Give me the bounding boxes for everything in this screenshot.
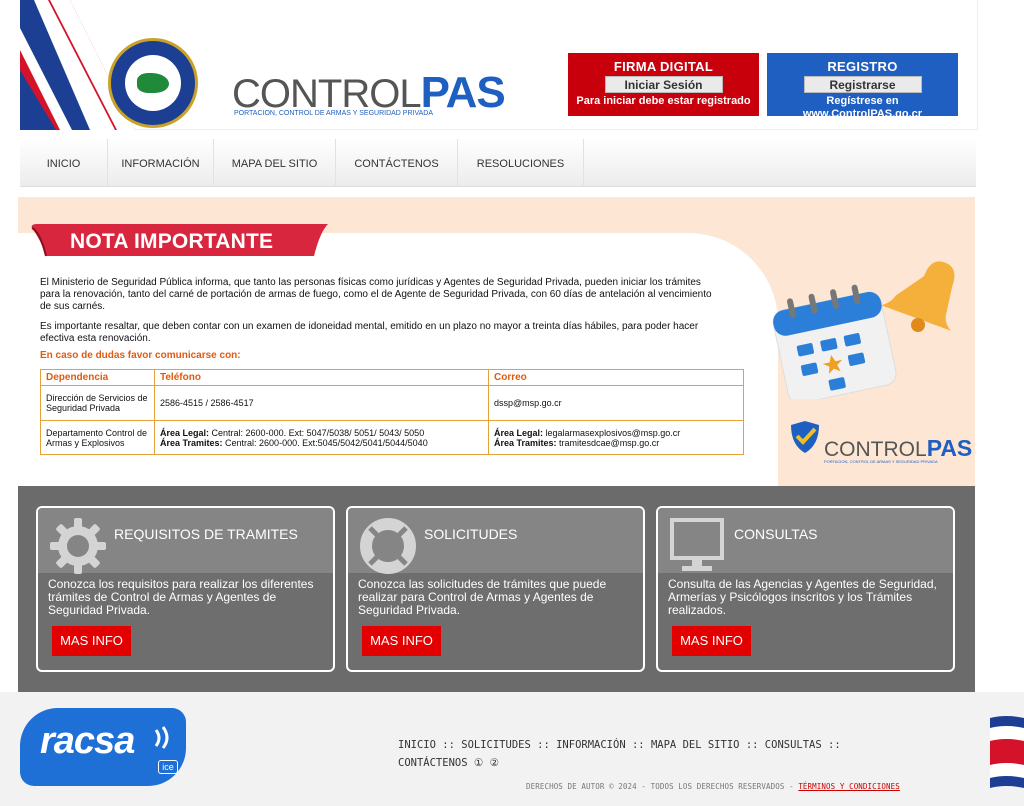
logo-text-pas: PAS [420, 68, 506, 117]
cell-telefono: Área Legal: Central: 2600-000. Ext: 5047… [154, 420, 489, 455]
th-telefono: Teléfono [154, 369, 489, 386]
main-nav: INICIO INFORMACIÓN MAPA DEL SITIO CONTÁC… [20, 139, 976, 187]
lifebuoy-icon [360, 518, 416, 574]
tel-legal: Central: 2600-000. Ext: 5047/5038/ 5051/… [209, 427, 425, 438]
ice-logo-text: ice [158, 760, 178, 774]
notice-paragraph-2: Es importante resaltar, que deben contar… [40, 321, 699, 344]
firma-digital-note: Para iniciar debe estar registrado [576, 95, 751, 107]
mas-info-button[interactable]: MAS INFO [362, 626, 441, 656]
firma-digital-box: FIRMA DIGITAL Iniciar Sesión Para inicia… [568, 53, 759, 116]
footer-link-consultas[interactable]: CONSULTAS [765, 739, 822, 751]
footer-link-mapa-del-sitio[interactable]: MAPA DEL SITIO [651, 739, 740, 751]
card-description: Conozca los requisitos para realizar los… [48, 577, 314, 617]
ministry-seal-logo [108, 38, 198, 128]
mail-legal[interactable]: legalarmasexplosivos@msp.go.cr [543, 428, 681, 438]
card-solicitudes: SOLICITUDES Conozca las solicitudes de t… [346, 506, 645, 672]
th-dependencia: Dependencia [40, 369, 155, 386]
cell-telefono: 2586-4515 / 2586-4517 [154, 385, 489, 421]
th-correo: Correo [488, 369, 744, 386]
footer-separator: :: [828, 739, 841, 751]
card-title: SOLICITUDES [424, 526, 518, 542]
notice-contact-intro: En caso de dudas favor comunicarse con: [40, 350, 241, 361]
racsa-logo[interactable]: racsa ice [20, 708, 186, 786]
cell-dependencia: Dirección de Servicios de Seguridad Priv… [40, 385, 155, 421]
table-row: Dirección de Servicios de Seguridad Priv… [40, 385, 744, 421]
nav-contactenos[interactable]: CONTÁCTENOS [336, 139, 458, 187]
footer-separator: :: [537, 739, 550, 751]
registrarse-button[interactable]: Registrarse [803, 76, 922, 93]
mas-info-button[interactable]: MAS INFO [52, 626, 131, 656]
footer-badges: ① ② [473, 757, 500, 769]
nav-mapa-del-sitio[interactable]: MAPA DEL SITIO [214, 139, 336, 187]
logo-small-pas: PAS [926, 435, 973, 461]
services-section: REQUISITOS DE TRAMITES Conozca los requi… [18, 486, 975, 692]
logo-tagline: PORTACION, CONTROL DE ARMAS Y SEGURIDAD … [234, 110, 434, 117]
nav-informacion[interactable]: INFORMACIÓN [108, 139, 214, 187]
footer-separator: :: [745, 739, 759, 751]
terminos-link[interactable]: TÉRMINOS Y CONDICIONES [798, 782, 900, 791]
copyright: DERECHOS DE AUTOR © 2024 - TODOS LOS DER… [526, 782, 900, 791]
logo-small-tagline: PORTACION, CONTROL DE ARMAS Y SEGURIDAD … [824, 459, 938, 464]
firma-digital-title: FIRMA DIGITAL [613, 59, 714, 74]
mail-tramites-label: Área Tramites: [494, 437, 557, 448]
table-header-row: Dependencia Teléfono Correo [40, 369, 744, 386]
notice-title: NOTA IMPORTANTE [70, 230, 274, 253]
tel-legal-label: Área Legal: [160, 427, 210, 438]
registro-box: REGISTRO Registrarse Regístrese en www.C… [767, 53, 958, 116]
card-description: Consulta de las Agencias y Agentes de Se… [668, 577, 937, 617]
mail-legal-label: Área Legal: [494, 427, 544, 438]
card-title: REQUISITOS DE TRAMITES [114, 526, 298, 542]
footer-links: INICIO :: SOLICITUDES :: INFORMACIÓN :: … [398, 736, 918, 772]
registro-title: REGISTRO [827, 59, 898, 74]
racsa-logo-text: racsa [40, 720, 135, 762]
card-requisitos: REQUISITOS DE TRAMITES Conozca los requi… [36, 506, 335, 672]
footer-link-contactenos[interactable]: CONTÁCTENOS [398, 757, 468, 769]
nav-resoluciones[interactable]: RESOLUCIONES [458, 139, 584, 187]
monitor-icon [670, 518, 724, 571]
copyright-text: DERECHOS DE AUTOR © 2024 - TODOS LOS DER… [526, 782, 799, 791]
iniciar-sesion-button[interactable]: Iniciar Sesión [604, 76, 723, 93]
card-title: CONSULTAS [734, 526, 818, 542]
cell-dependencia: Departamento Control de Armas y Explosiv… [40, 420, 155, 455]
gear-icon [50, 518, 106, 574]
card-description: Conozca las solicitudes de trámites que … [358, 577, 607, 617]
tel-tramites-label: Área Tramites: [160, 437, 223, 448]
card-consultas: CONSULTAS Consulta de las Agencias y Age… [656, 506, 955, 672]
site-footer: racsa ice INICIO :: SOLICITUDES :: INFOR… [0, 692, 1024, 806]
registro-note: Regístrese en www.ControlPAS.go.cr [802, 95, 923, 116]
footer-link-solicitudes[interactable]: SOLICITUDES [461, 739, 531, 751]
nav-inicio[interactable]: INICIO [20, 139, 108, 187]
footer-separator: :: [442, 739, 455, 751]
mas-info-button[interactable]: MAS INFO [672, 626, 751, 656]
controlpas-logo-small: CONTROLPAS [824, 435, 972, 462]
tel-tramites: Central: 2600-000. Ext:5045/5042/5041/50… [222, 437, 428, 448]
notice-section: NOTA IMPORTANTE El Ministerio de Segurid… [18, 197, 975, 486]
footer-link-inicio[interactable]: INICIO [398, 739, 436, 751]
notice-paragraph-1: El Ministerio de Seguridad Pública infor… [40, 277, 712, 312]
site-header: CONTROLPAS PORTACION, CONTROL DE ARMAS Y… [20, 0, 978, 130]
contacts-table: Dependencia Teléfono Correo Dirección de… [40, 369, 744, 455]
table-row: Departamento Control de Armas y Explosiv… [40, 420, 744, 455]
footer-link-informacion[interactable]: INFORMACIÓN [556, 739, 626, 751]
costa-rica-flag-corner [990, 716, 1024, 788]
signal-waves-icon [154, 726, 169, 749]
footer-separator: :: [631, 739, 645, 751]
cell-correo: Área Legal: legalarmasexplosivos@msp.go.… [488, 420, 744, 455]
cell-correo[interactable]: dssp@msp.go.cr [488, 385, 744, 421]
shield-check-icon [791, 421, 819, 453]
calendar-bell-icon [772, 261, 955, 399]
logo-small-control: CONTROL [824, 438, 927, 461]
mail-tramites[interactable]: tramitesdcae@msp.go.cr [557, 438, 659, 448]
